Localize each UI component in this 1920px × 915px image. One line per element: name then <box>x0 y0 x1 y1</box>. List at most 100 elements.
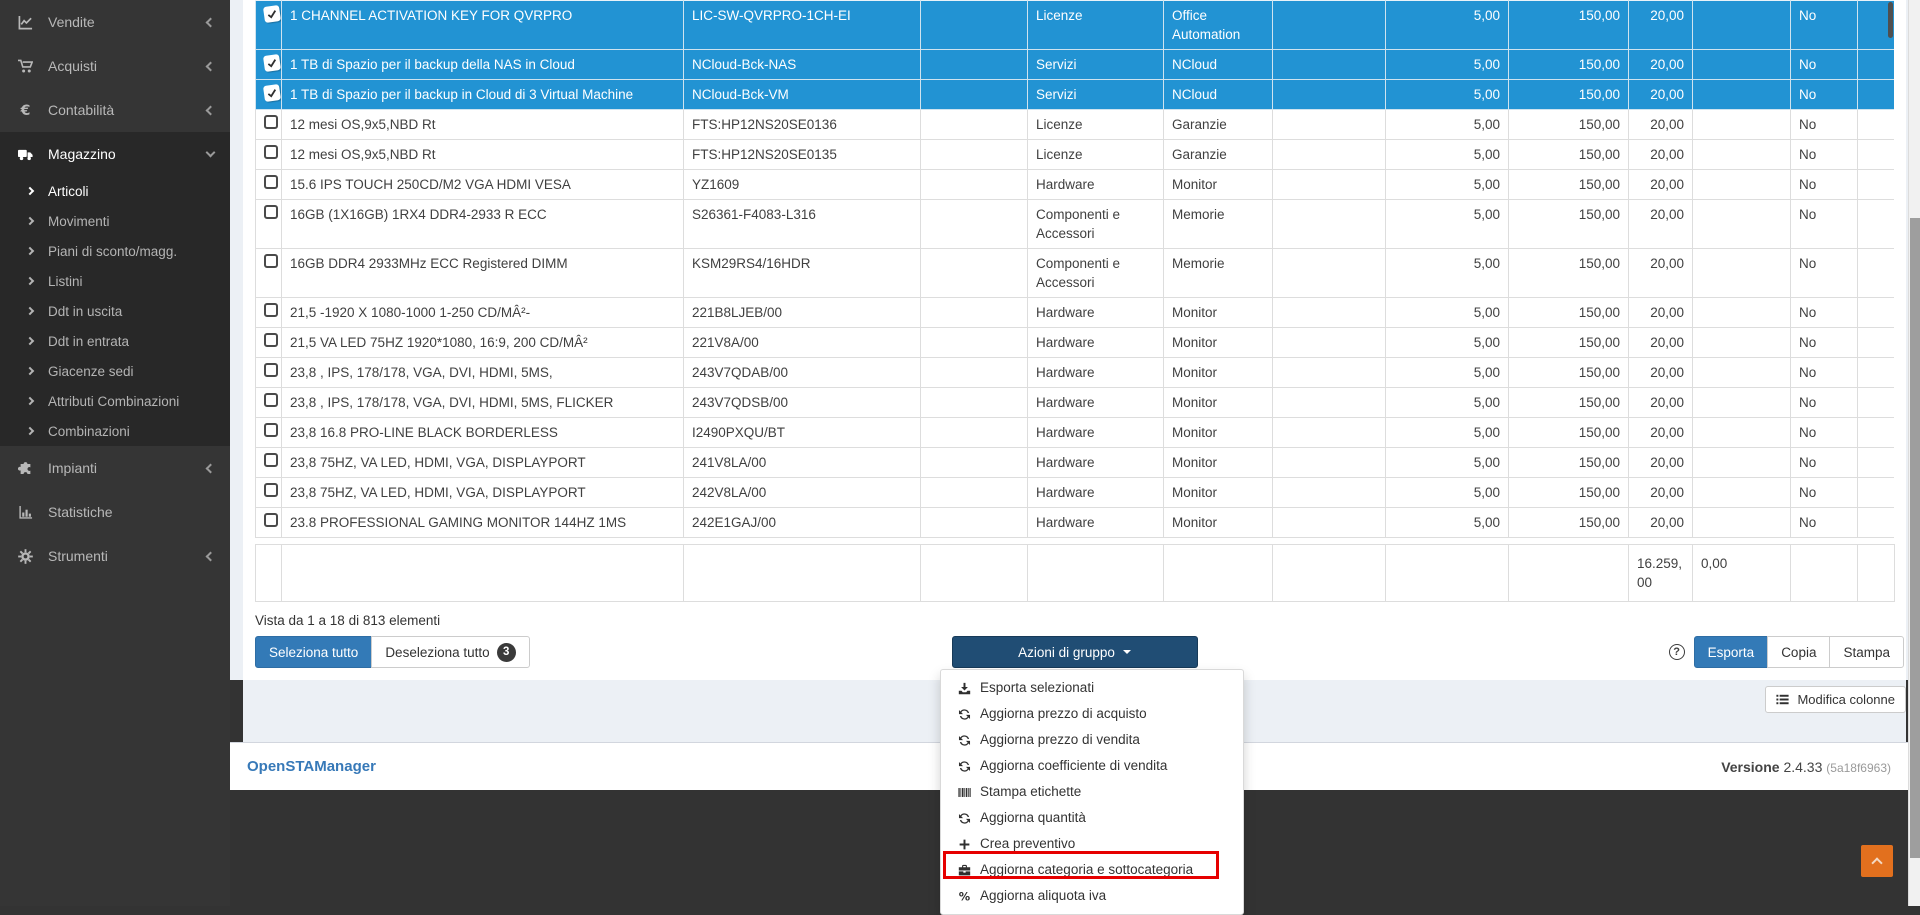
sidebar-item-magazzino[interactable]: Magazzino <box>0 132 230 176</box>
cell-subcategory: Monitor <box>1164 388 1273 418</box>
sidebar-subitem-giacenze-sedi[interactable]: Giacenze sedi <box>0 356 230 386</box>
help-icon[interactable]: ? <box>1669 644 1685 660</box>
cell-description: 16GB DDR4 2933MHz ECC Registered DIMM <box>282 249 684 298</box>
table-row[interactable]: 12 mesi OS,9x5,NBD RtFTS:HP12NS20SE0136L… <box>256 110 1895 140</box>
row-checkbox[interactable] <box>264 453 278 467</box>
row-checkbox[interactable] <box>264 393 278 407</box>
cell-description: 16GB (1X16GB) 1RX4 DDR4-2933 R ECC <box>282 200 684 249</box>
table-row[interactable]: 23,8 75HZ, VA LED, HDMI, VGA, DISPLAYPOR… <box>256 478 1895 508</box>
table-row[interactable]: 21,5 -1920 X 1080-1000 1-250 CD/MÂ²-221B… <box>256 298 1895 328</box>
deselect-all-button[interactable]: Deseleziona tutto 3 <box>371 636 529 668</box>
table-row[interactable]: 12 mesi OS,9x5,NBD RtFTS:HP12NS20SE0135L… <box>256 140 1895 170</box>
menu-item-label: Aggiorna prezzo di acquisto <box>980 704 1147 724</box>
copy-button[interactable]: Copia <box>1767 636 1830 668</box>
menu-item-aggiorna-prezzo-di-acquisto[interactable]: Aggiorna prezzo di acquisto <box>941 701 1243 727</box>
row-checkbox[interactable] <box>264 115 278 129</box>
sidebar-item-label: Statistiche <box>48 504 214 520</box>
menu-item-label: Aggiorna aliquota iva <box>980 886 1106 906</box>
menu-item-crea-preventivo[interactable]: Crea preventivo <box>941 831 1243 857</box>
table-row[interactable]: 21,5 VA LED 75HZ 1920*1080, 16:9, 200 CD… <box>256 328 1895 358</box>
table-row[interactable]: 15.6 IPS TOUCH 250CD/M2 VGA HDMI VESAYZ1… <box>256 170 1895 200</box>
row-checkbox[interactable] <box>264 205 278 219</box>
sidebar-subitem-movimenti[interactable]: Movimenti <box>0 206 230 236</box>
row-checkbox-checked[interactable] <box>263 54 281 72</box>
cell-description: 12 mesi OS,9x5,NBD Rt <box>282 110 684 140</box>
table-row[interactable]: 23.8 PROFESSIONAL GAMING MONITOR 144HZ 1… <box>256 508 1895 538</box>
row-checkbox[interactable] <box>264 254 278 268</box>
table-row[interactable]: 16GB (1X16GB) 1RX4 DDR4-2933 R ECCS26361… <box>256 200 1895 249</box>
row-checkbox[interactable] <box>264 423 278 437</box>
export-button[interactable]: Esporta <box>1694 636 1769 668</box>
row-checkbox[interactable] <box>264 513 278 527</box>
cell-flag: No <box>1791 80 1858 110</box>
sidebar-subitem-attributi-combinazioni[interactable]: Attributi Combinazioni <box>0 386 230 416</box>
print-button[interactable]: Stampa <box>1829 636 1904 668</box>
sidebar-subitem-label: Piani di sconto/magg. <box>48 244 230 259</box>
cell-category: Componenti e Accessori <box>1028 249 1164 298</box>
page-scrollbar[interactable] <box>1908 0 1920 906</box>
cell-price2: 150,00 <box>1509 1 1629 50</box>
cell-category: Hardware <box>1028 478 1164 508</box>
menu-item-aggiorna-categoria-e-sottocategoria[interactable]: Aggiorna categoria e sottocategoria <box>941 857 1243 883</box>
cell-code: 221V8A/00 <box>684 328 921 358</box>
group-actions-button[interactable]: Azioni di gruppo <box>952 636 1198 668</box>
row-checkbox-checked[interactable] <box>263 84 281 102</box>
selected-count-badge: 3 <box>497 643 516 662</box>
row-checkbox[interactable] <box>264 363 278 377</box>
cell-flag: No <box>1791 328 1858 358</box>
select-all-button[interactable]: Seleziona tutto <box>255 636 372 668</box>
cell-category: Componenti e Accessori <box>1028 200 1164 249</box>
menu-item-esporta-selezionati[interactable]: Esporta selezionati <box>941 675 1243 701</box>
sidebar-subitem-combinazioni[interactable]: Combinazioni <box>0 416 230 446</box>
sidebar-item-impianti[interactable]: Impianti <box>0 446 230 490</box>
menu-item-aggiorna-aliquota-iva[interactable]: %Aggiorna aliquota iva <box>941 883 1243 909</box>
table-row[interactable]: 23,8 , IPS, 178/178, VGA, DVI, HDMI, 5MS… <box>256 358 1895 388</box>
row-checkbox[interactable] <box>264 483 278 497</box>
brand-link[interactable]: OpenSTAManager <box>247 758 376 775</box>
table-row[interactable]: 1 CHANNEL ACTIVATION KEY FOR QVRPROLIC-S… <box>256 1 1895 50</box>
row-checkbox[interactable] <box>264 333 278 347</box>
cell-subcategory: Garanzie <box>1164 110 1273 140</box>
sidebar-subitem-label: Giacenze sedi <box>48 364 230 379</box>
menu-item-aggiorna-prezzo-di-vendita[interactable]: Aggiorna prezzo di vendita <box>941 727 1243 753</box>
page-scrollbar-thumb[interactable] <box>1910 218 1920 858</box>
cell-flag: No <box>1791 140 1858 170</box>
sidebar-item-acquisti[interactable]: Acquisti <box>0 44 230 88</box>
table-row[interactable]: 23,8 75HZ, VA LED, HDMI, VGA, DISPLAYPOR… <box>256 448 1895 478</box>
sidebar-subitem-ddt-in-uscita[interactable]: Ddt in uscita <box>0 296 230 326</box>
sidebar-item-statistiche[interactable]: Statistiche <box>0 490 230 534</box>
cell-subcategory: Office Automation <box>1164 1 1273 50</box>
table-row[interactable]: 1 TB di Spazio per il backup in Cloud di… <box>256 80 1895 110</box>
sidebar-subitem-ddt-in-entrata[interactable]: Ddt in entrata <box>0 326 230 356</box>
cell-subcategory: Monitor <box>1164 328 1273 358</box>
sidebar-item-strumenti[interactable]: Strumenti <box>0 534 230 578</box>
table-scrollbar-thumb[interactable] <box>1888 2 1893 38</box>
row-checkbox[interactable] <box>264 303 278 317</box>
edit-columns-button[interactable]: Modifica colonne <box>1765 686 1906 713</box>
cell-price2: 150,00 <box>1509 448 1629 478</box>
cell-subcategory: Monitor <box>1164 448 1273 478</box>
row-checkbox[interactable] <box>264 145 278 159</box>
menu-item-aggiorna-quantit-[interactable]: Aggiorna quantità <box>941 805 1243 831</box>
menu-item-aggiorna-coefficiente-di-vendita[interactable]: Aggiorna coefficiente di vendita <box>941 753 1243 779</box>
cell-subcategory: Monitor <box>1164 298 1273 328</box>
sidebar-item-contabilit-[interactable]: €Contabilità <box>0 88 230 132</box>
table-row[interactable]: 1 TB di Spazio per il backup della NAS i… <box>256 50 1895 80</box>
table-row[interactable]: 16GB DDR4 2933MHz ECC Registered DIMMKSM… <box>256 249 1895 298</box>
row-checkbox-checked[interactable] <box>263 5 281 23</box>
sidebar-subitem-articoli[interactable]: Articoli <box>0 176 230 206</box>
row-checkbox[interactable] <box>264 175 278 189</box>
sidebar-subitem-label: Articoli <box>48 184 230 199</box>
table-row[interactable]: 23,8 , IPS, 178/178, VGA, DVI, HDMI, 5MS… <box>256 388 1895 418</box>
cell-price3: 20,00 <box>1629 418 1693 448</box>
chevron-left-icon <box>206 463 216 473</box>
summary-row: 16.259,00 0,00 <box>256 545 1895 602</box>
table-row[interactable]: 23,8 16.8 PRO-LINE BLACK BORDERLESSI2490… <box>256 418 1895 448</box>
menu-item-stampa-etichette[interactable]: Stampa etichette <box>941 779 1243 805</box>
sidebar-item-vendite[interactable]: Vendite <box>0 0 230 44</box>
back-to-top-button[interactable] <box>1861 845 1893 877</box>
cart-icon <box>18 59 42 74</box>
cell-code: LIC-SW-QVRPRO-1CH-EI <box>684 1 921 50</box>
sidebar-subitem-piani-di-sconto-magg-[interactable]: Piani di sconto/magg. <box>0 236 230 266</box>
sidebar-subitem-listini[interactable]: Listini <box>0 266 230 296</box>
